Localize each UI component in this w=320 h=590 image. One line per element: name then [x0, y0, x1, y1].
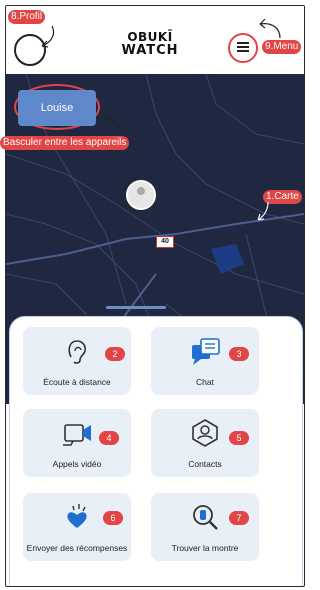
contacts-icon [192, 419, 218, 447]
tile-badge: 3 [229, 347, 249, 361]
tile-label: Chat [196, 377, 214, 387]
tile-label: Envoyer des récompenses [26, 543, 128, 553]
tile-label: Contacts [188, 459, 222, 469]
ear-icon [68, 340, 86, 364]
tile-badge: 2 [105, 347, 125, 361]
tile-find-watch[interactable]: 7 Trouver la montre [151, 493, 259, 561]
tile-badge: 6 [103, 511, 123, 525]
annotation-map-arrow [257, 201, 269, 221]
tile-remote-listening[interactable]: 2 Écoute à distance [23, 327, 131, 395]
app-logo: OBUKĪ WATCH [114, 30, 186, 66]
annotation-switch-arrow [103, 114, 123, 131]
video-call-icon [63, 424, 91, 446]
annotation-profile: 8.Profil [8, 10, 46, 24]
tile-badge: 7 [229, 511, 249, 525]
tile-label: Trouver la montre [171, 543, 239, 553]
road-marker: 40 [156, 236, 174, 248]
logo-line1: OBUKĪ [127, 30, 173, 44]
tile-send-rewards[interactable]: 6 Envoyer des récompenses [23, 493, 131, 561]
tile-chat[interactable]: 3 Chat [151, 327, 259, 395]
logo-line2: WATCH [121, 43, 179, 58]
tile-label: Écoute à distance [43, 377, 111, 387]
tile-label: Appels vidéo [52, 459, 102, 469]
tile-badge: 5 [229, 431, 249, 445]
features-panel: 2 Écoute à distance 3 Chat 4 Appels vidé… [9, 316, 303, 586]
device-switch-button[interactable]: Louise [18, 90, 96, 126]
chat-icon [192, 338, 220, 365]
annotation-profile-arrow [41, 25, 55, 48]
annotation-menu-arrow [259, 18, 281, 39]
tile-badge: 4 [99, 431, 119, 445]
find-watch-icon [193, 505, 218, 530]
tile-contacts[interactable]: 5 Contacts [151, 409, 259, 477]
menu-icon [237, 42, 249, 44]
panel-drag-handle[interactable] [106, 306, 166, 309]
watch-location-pin[interactable] [126, 180, 156, 210]
annotation-switch-device: Basculer entre les appareils [0, 136, 130, 150]
reward-icon [67, 504, 87, 528]
phone-screen: OBUKĪ WATCH Louise 40 2 Écoute à distanc… [5, 5, 305, 587]
tile-video-calls[interactable]: 4 Appels vidéo [23, 409, 131, 477]
